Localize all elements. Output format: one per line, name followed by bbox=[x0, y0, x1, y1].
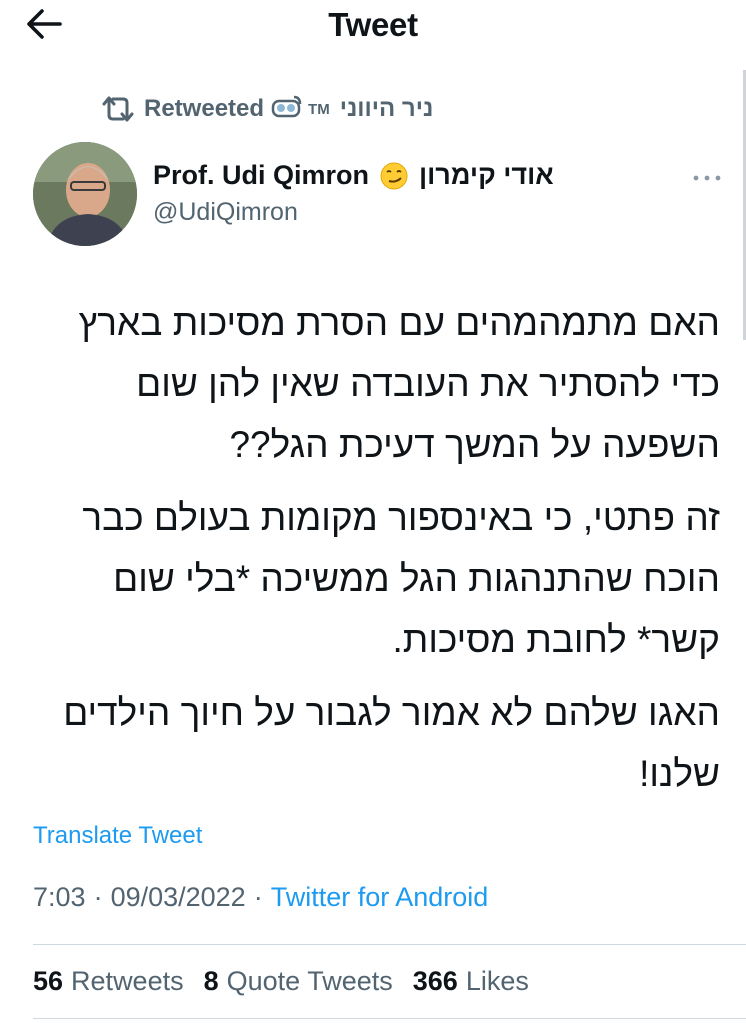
engagement-stats: 56 Retweets 8 Quote Tweets 366 Likes bbox=[33, 966, 529, 997]
divider bbox=[33, 944, 746, 945]
retweet-icon bbox=[102, 96, 134, 122]
author-name-he: אודי קימרון bbox=[419, 160, 554, 190]
retweets-label: Retweets bbox=[71, 966, 184, 996]
divider bbox=[33, 1018, 746, 1019]
tweet-time: 7:03 bbox=[33, 882, 86, 912]
likes-label: Likes bbox=[465, 966, 529, 996]
more-dots-icon bbox=[693, 175, 721, 181]
tweet-date: 09/03/2022 bbox=[110, 882, 246, 912]
author-name-en: Prof. Udi Qimron bbox=[153, 160, 369, 190]
retweeted-label: Retweeted bbox=[144, 95, 265, 122]
top-bar: Tweet bbox=[0, 0, 746, 50]
avatar[interactable] bbox=[33, 142, 137, 246]
meta-separator: · bbox=[93, 882, 103, 912]
smirking-face-emoji-icon bbox=[380, 162, 408, 189]
tweet-paragraph: האגו שלהם לא אמור לגבור על חיוך הילדים ש… bbox=[63, 692, 720, 794]
quotes-label: Quote Tweets bbox=[226, 966, 393, 996]
tweet-detail-screen: Tweet Retweeted TM ניר היווני Prof. Udi … bbox=[0, 0, 746, 1023]
retweeter-name: ניר היווני bbox=[339, 95, 434, 122]
tweet-text: האם מתמהמהים עם הסרת מסיכות בארץ כדי להס… bbox=[30, 292, 720, 816]
retweeter-trademark: TM bbox=[308, 100, 330, 118]
page-title: Tweet bbox=[328, 6, 418, 43]
tweet-metadata: 7:03 · 09/03/2022 · Twitter for Android bbox=[33, 882, 488, 913]
diving-mask-emoji-icon bbox=[271, 95, 302, 118]
author-name-row[interactable]: Prof. Udi Qimron אודי קימרון bbox=[153, 160, 554, 191]
retweets-count: 56 bbox=[33, 966, 64, 996]
translate-tweet-link[interactable]: Translate Tweet bbox=[33, 822, 202, 850]
tweet-source-link[interactable]: Twitter for Android bbox=[271, 882, 489, 913]
meta-separator: · bbox=[253, 882, 263, 912]
tweet-paragraph: זה פתטי, כי באינספור מקומות בעולם כבר הו… bbox=[82, 497, 720, 660]
author-handle[interactable]: @UdiQimron bbox=[153, 198, 298, 227]
retweeted-indicator[interactable]: Retweeted TM ניר היווני bbox=[98, 92, 433, 126]
avatar-photo-icon bbox=[33, 142, 137, 246]
likes-stat[interactable]: 366 Likes bbox=[413, 966, 529, 997]
quote-tweets-stat[interactable]: 8 Quote Tweets bbox=[204, 966, 393, 997]
tweet-paragraph: האם מתמהמהים עם הסרת מסיכות בארץ כדי להס… bbox=[78, 302, 720, 465]
retweets-stat[interactable]: 56 Retweets bbox=[33, 966, 184, 997]
quotes-count: 8 bbox=[203, 966, 219, 996]
more-options-button[interactable] bbox=[690, 166, 724, 190]
likes-count: 366 bbox=[412, 966, 458, 996]
